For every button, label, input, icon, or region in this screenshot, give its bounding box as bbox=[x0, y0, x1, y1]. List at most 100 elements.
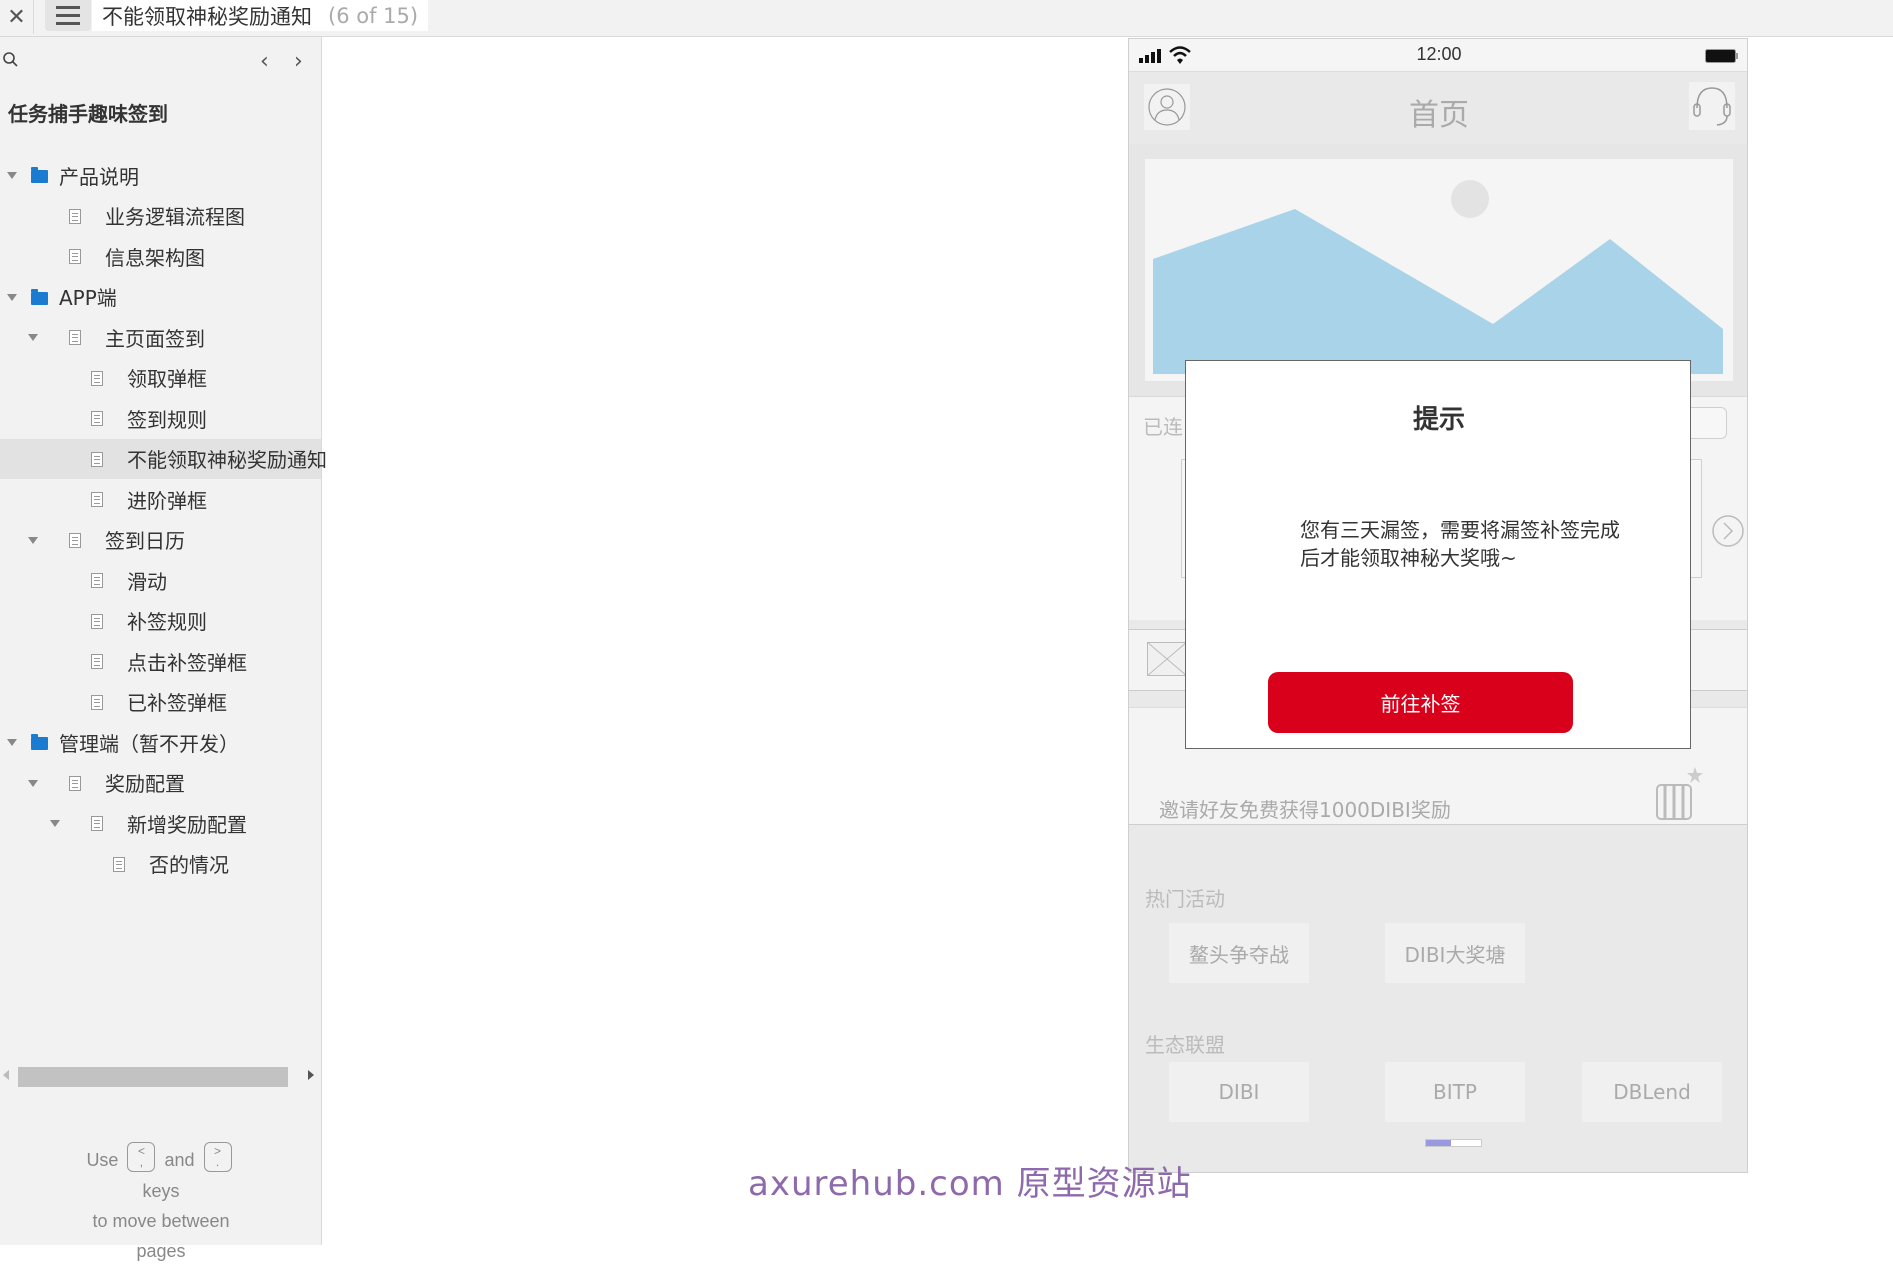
prev-key-icon: <, bbox=[127, 1142, 156, 1173]
tree-item-label: 信息架构图 bbox=[105, 245, 205, 270]
tree-item[interactable]: 补签规则 bbox=[0, 601, 321, 642]
tree-item-label: 补签规则 bbox=[127, 610, 207, 635]
tree-item[interactable]: 奖励配置 bbox=[0, 763, 321, 804]
watermark: axurehub.com 原型资源站 bbox=[748, 1164, 1192, 1204]
page-icon bbox=[91, 613, 103, 629]
keyboard-hint: Use <, and >. keys to move between pages bbox=[0, 1142, 322, 1266]
sitemap-menu-button[interactable] bbox=[45, 0, 91, 31]
ecosystem-title: 生态联盟 bbox=[1145, 1033, 1225, 1057]
go-make-up-sign-in-button[interactable]: 前往补签 bbox=[1268, 672, 1573, 733]
expand-toggle-icon[interactable] bbox=[7, 293, 17, 301]
hint-and: and bbox=[164, 1150, 195, 1170]
page-icon bbox=[91, 694, 103, 710]
activity-tile[interactable]: 鳌头争夺战 bbox=[1169, 923, 1309, 983]
hamburger-menu-line bbox=[56, 14, 80, 17]
page-icon bbox=[113, 856, 125, 872]
tree-item[interactable]: 已补签弹框 bbox=[0, 682, 321, 723]
tree-item[interactable]: 主页面签到 bbox=[0, 317, 321, 358]
project-title: 任务捕手趣味签到 bbox=[8, 102, 168, 126]
tree-item[interactable]: 签到规则 bbox=[0, 398, 321, 439]
header-title: 首页 bbox=[1409, 98, 1469, 133]
page-icon bbox=[69, 208, 81, 224]
page-tree: 产品说明业务逻辑流程图信息架构图 APP端 主页面签到领取弹框签到规则不能领取神秘奖… bbox=[0, 155, 327, 885]
tree-item-label: 滑动 bbox=[127, 569, 167, 594]
dialog-title: 提示 bbox=[1412, 405, 1465, 435]
tree-item[interactable]: 进阶弹框 bbox=[0, 479, 321, 520]
next-key-icon: >. bbox=[203, 1142, 232, 1173]
close-icon: ✕ bbox=[7, 4, 26, 30]
next-page-button[interactable]: › bbox=[294, 49, 303, 74]
folder-icon bbox=[31, 734, 48, 750]
tiles-pager bbox=[1425, 1139, 1482, 1147]
scroll-right-arrow-icon[interactable] bbox=[308, 1070, 314, 1080]
page-icon bbox=[91, 451, 103, 467]
previous-page-button[interactable]: ‹ bbox=[260, 49, 269, 74]
expand-toggle-icon[interactable] bbox=[50, 820, 60, 827]
streak-label: 已连 bbox=[1143, 415, 1183, 439]
tree-item-label: 领取弹框 bbox=[127, 367, 207, 392]
activity-tile[interactable]: DIBI大奖塘 bbox=[1385, 923, 1525, 983]
tree-item[interactable]: 签到日历 bbox=[0, 520, 321, 561]
expand-toggle-icon[interactable] bbox=[7, 172, 17, 179]
tree-item-label: 管理端（暂不开发） bbox=[59, 731, 239, 756]
page-icon bbox=[69, 249, 81, 264]
page-icon bbox=[69, 330, 81, 345]
page-icon bbox=[91, 411, 103, 426]
expand-toggle-icon[interactable] bbox=[28, 779, 38, 787]
page-icon bbox=[69, 775, 81, 791]
tree-item[interactable]: 信息架构图 bbox=[0, 236, 321, 277]
tree-item-label: 点击补签弹框 bbox=[127, 650, 247, 675]
sitemap-sidebar: ‹ › 任务捕手趣味签到 产品说明业务逻辑流程图信息架构图 APP端 主页面签到领取… bbox=[0, 37, 327, 1261]
next-key-bottom: . bbox=[215, 1155, 220, 1170]
ecosystem-tile[interactable]: DBLend bbox=[1582, 1062, 1722, 1122]
expand-toggle-icon[interactable] bbox=[28, 334, 38, 341]
page-icon bbox=[91, 370, 103, 386]
tree-item[interactable]: 产品说明 bbox=[0, 155, 321, 196]
hint-line3: pages bbox=[136, 1241, 186, 1262]
tree-item[interactable]: 新增奖励配置 bbox=[0, 803, 321, 844]
tree-item-label: 签到日历 bbox=[105, 529, 185, 554]
tree-item[interactable]: 管理端（暂不开发） bbox=[0, 722, 321, 763]
hamburger-menu-line bbox=[56, 22, 80, 25]
headset-icon[interactable] bbox=[1689, 82, 1735, 130]
tree-item[interactable]: 滑动 bbox=[0, 560, 321, 601]
hint-use: Use bbox=[86, 1150, 119, 1170]
tree-item[interactable]: APP端 bbox=[0, 277, 321, 318]
expand-toggle-icon[interactable] bbox=[7, 739, 17, 746]
tree-item-label: 奖励配置 bbox=[105, 772, 185, 797]
ecosystem-tile[interactable]: BITP bbox=[1385, 1062, 1525, 1122]
current-page-title: 不能领取神秘奖励通知 bbox=[102, 4, 312, 29]
notice-dialog: 提示 您有三天漏签，需要将漏签补签完成后才能领取神秘大奖哦~ 前往补签 bbox=[1185, 360, 1691, 749]
tree-item-label: 签到规则 bbox=[127, 407, 207, 432]
tree-item[interactable]: 领取弹框 bbox=[0, 358, 321, 399]
page-icon bbox=[91, 654, 103, 669]
tree-item[interactable]: 业务逻辑流程图 bbox=[0, 196, 321, 237]
prev-key-bottom: , bbox=[139, 1155, 144, 1170]
hint-line2: to move between bbox=[92, 1211, 230, 1232]
tree-item-label: 已补签弹框 bbox=[127, 691, 227, 716]
status-time: 12:00 bbox=[1416, 44, 1462, 64]
tree-item[interactable]: 不能领取神秘奖励通知 bbox=[0, 438, 327, 479]
folder-icon bbox=[31, 288, 48, 305]
tree-item[interactable]: 点击补签弹框 bbox=[0, 641, 321, 682]
scroll-left-arrow-icon[interactable] bbox=[3, 1070, 9, 1080]
search-icon[interactable] bbox=[2, 51, 20, 69]
tree-item-label: 不能领取神秘奖励通知 bbox=[127, 448, 327, 473]
ecosystem-tile[interactable]: DIBI bbox=[1169, 1062, 1309, 1122]
page-icon bbox=[91, 492, 103, 507]
close-button[interactable]: ✕ bbox=[0, 0, 34, 34]
battery-icon bbox=[1705, 49, 1738, 63]
horizontal-scrollbar[interactable] bbox=[0, 1064, 322, 1088]
page-icon bbox=[69, 532, 81, 548]
tree-item-label: 产品说明 bbox=[59, 164, 139, 189]
folder-icon bbox=[31, 167, 48, 183]
expand-toggle-icon[interactable] bbox=[28, 536, 38, 544]
app-header: 首页 bbox=[1129, 72, 1747, 144]
page-icon bbox=[91, 573, 103, 588]
chevron-right-circle-icon[interactable] bbox=[1711, 514, 1745, 548]
pager-indicator bbox=[1426, 1140, 1451, 1146]
page-count: (6 of 15) bbox=[328, 3, 419, 28]
scrollbar-thumb[interactable] bbox=[18, 1067, 288, 1087]
banner-carousel[interactable] bbox=[1129, 144, 1747, 396]
tree-item[interactable]: 否的情况 bbox=[0, 844, 321, 885]
